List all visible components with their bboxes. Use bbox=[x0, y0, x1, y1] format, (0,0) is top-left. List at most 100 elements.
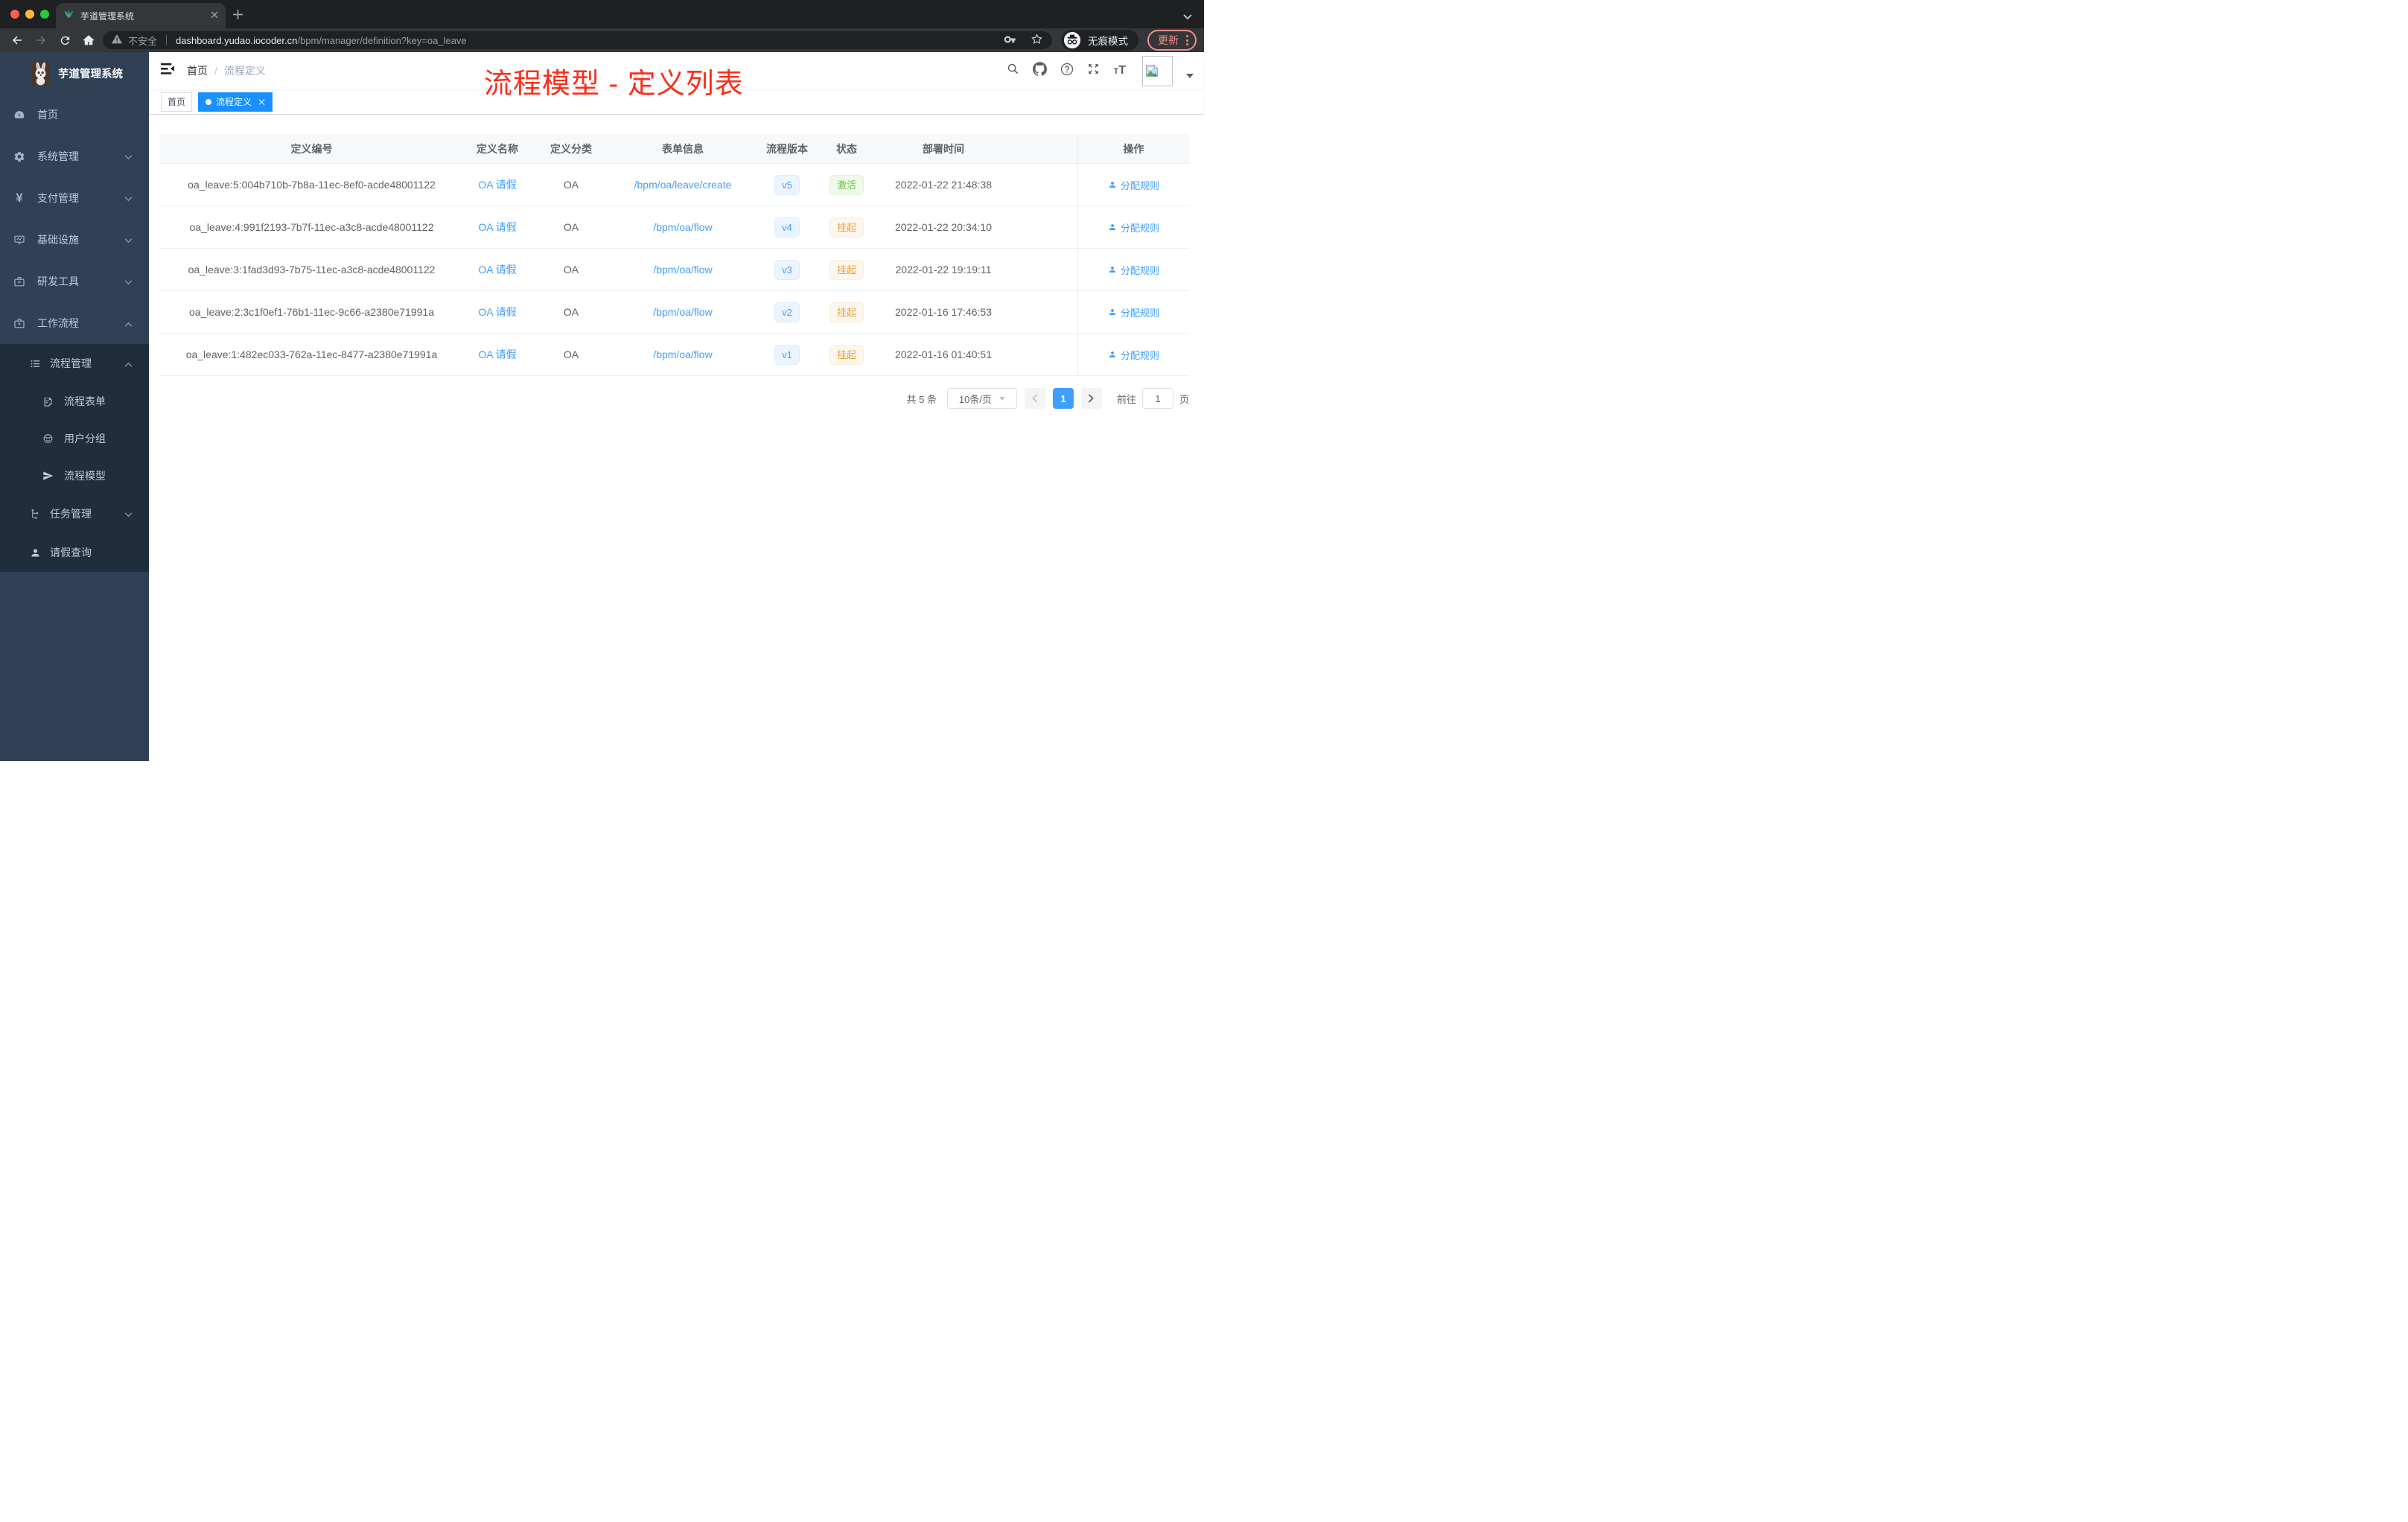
browser-tab-strip: 芋道管理系统 bbox=[0, 0, 1204, 28]
sidebar-item-label: 任务管理 bbox=[50, 508, 92, 520]
sidebar-item-label: 研发工具 bbox=[37, 276, 79, 287]
tag-home[interactable]: 首页 bbox=[161, 92, 193, 112]
sidebar-item-leave-query[interactable]: 请假查询 bbox=[0, 533, 149, 572]
prev-page-button[interactable] bbox=[1024, 388, 1045, 409]
tab-title: 芋道管理系统 bbox=[80, 10, 135, 22]
main-panel: 流程模型 - 定义列表 首页 / 流程定义 TT 首页 流程定义 定义编号 定义… bbox=[149, 52, 1204, 761]
password-key-icon[interactable] bbox=[1004, 33, 1017, 48]
user-icon bbox=[1109, 224, 1115, 230]
assign-rule-link[interactable]: 分配规则 bbox=[1108, 178, 1159, 192]
chevron-down-icon bbox=[124, 150, 133, 162]
update-button[interactable]: 更新 bbox=[1147, 30, 1197, 51]
assign-rule-link[interactable]: 分配规则 bbox=[1108, 220, 1159, 235]
window-minimize-button[interactable] bbox=[25, 10, 34, 19]
yen-icon: ¥ bbox=[16, 191, 23, 205]
breadcrumb-home[interactable]: 首页 bbox=[187, 63, 208, 78]
sidebar-item-system[interactable]: 系统管理 bbox=[0, 136, 149, 177]
version-badge: v5 bbox=[774, 174, 800, 195]
github-icon[interactable] bbox=[1033, 62, 1048, 80]
sidebar-logo[interactable]: 芋道管理系统 bbox=[0, 52, 149, 94]
avatar-caret-icon[interactable] bbox=[1186, 74, 1194, 78]
search-icon[interactable] bbox=[1007, 63, 1019, 79]
definition-id: oa_leave:5:004b710b-7b8a-11ec-8ef0-acde4… bbox=[160, 164, 463, 206]
sidebar-item-workflow[interactable]: 工作流程 bbox=[0, 302, 149, 344]
help-icon[interactable] bbox=[1060, 63, 1074, 80]
deploy-time: 2022-01-22 20:34:10 bbox=[874, 206, 1013, 249]
forward-button[interactable] bbox=[31, 31, 51, 50]
bookmark-star-icon[interactable] bbox=[1031, 33, 1043, 48]
assign-rule-link[interactable]: 分配规则 bbox=[1108, 348, 1159, 362]
form-link[interactable]: /bpm/oa/flow bbox=[653, 264, 712, 276]
page-number-current[interactable]: 1 bbox=[1052, 388, 1074, 409]
url-text[interactable]: dashboard.yudao.iocoder.cn/bpm/manager/d… bbox=[176, 35, 467, 46]
table-row: oa_leave:3:1fad3d93-7b75-11ec-a3c8-acde4… bbox=[160, 249, 1189, 291]
breadcrumb-separator: / bbox=[214, 65, 217, 77]
assign-rule-link[interactable]: 分配规则 bbox=[1108, 305, 1159, 319]
toolbox-icon bbox=[13, 276, 25, 288]
user-icon bbox=[1109, 351, 1115, 357]
person-icon bbox=[30, 547, 41, 558]
sidebar-item-task-management[interactable]: 任务管理 bbox=[0, 494, 149, 533]
form-link[interactable]: /bpm/oa/leave/create bbox=[634, 179, 732, 191]
sidebar-item-process-model[interactable]: 流程模型 bbox=[0, 457, 149, 494]
col-header: 部署时间 bbox=[874, 134, 1013, 164]
incognito-badge: 无痕模式 bbox=[1061, 30, 1138, 51]
address-bar[interactable]: 不安全 dashboard.yudao.iocoder.cn/bpm/manag… bbox=[103, 31, 1052, 49]
tag-close-icon[interactable] bbox=[258, 98, 265, 106]
app-title: 芋道管理系统 bbox=[58, 68, 123, 80]
definition-name-link[interactable]: OA 请假 bbox=[478, 347, 516, 362]
avatar[interactable] bbox=[1142, 55, 1173, 86]
broken-image-icon bbox=[1146, 64, 1159, 77]
paper-plane-icon bbox=[42, 470, 54, 482]
sidebar-item-process-form[interactable]: 流程表单 bbox=[0, 383, 149, 420]
chevron-up-icon bbox=[124, 357, 133, 369]
browser-tab[interactable]: 芋道管理系统 bbox=[56, 3, 226, 28]
browser-menu-icon[interactable] bbox=[1186, 35, 1188, 45]
security-warning-icon[interactable] bbox=[112, 34, 122, 46]
sidebar-fold-icon[interactable] bbox=[161, 63, 175, 79]
sidebar-item-home[interactable]: 首页 bbox=[0, 94, 149, 136]
back-button[interactable] bbox=[7, 31, 27, 50]
form-link[interactable]: /bpm/oa/flow bbox=[653, 306, 712, 318]
workflow-submenu: 流程管理 流程表单 用户分组 流程模型 任务管理 请假查询 bbox=[0, 344, 149, 572]
reload-button[interactable] bbox=[55, 31, 74, 50]
sidebar-item-label: 流程表单 bbox=[64, 395, 106, 407]
page-size-select[interactable]: 10条/页 bbox=[946, 388, 1017, 409]
goto-page-input[interactable] bbox=[1141, 388, 1173, 409]
sidebar-item-payment[interactable]: ¥ 支付管理 bbox=[0, 177, 149, 219]
sidebar-item-dev-tools[interactable]: 研发工具 bbox=[0, 261, 149, 302]
definition-name-link[interactable]: OA 请假 bbox=[478, 305, 516, 319]
next-page-button[interactable] bbox=[1080, 388, 1102, 409]
deploy-time: 2022-01-22 19:19:11 bbox=[874, 249, 1013, 291]
definition-name-link[interactable]: OA 请假 bbox=[478, 177, 516, 192]
sidebar-item-label: 工作流程 bbox=[37, 317, 79, 329]
security-label[interactable]: 不安全 bbox=[128, 34, 157, 48]
definition-name-link[interactable]: OA 请假 bbox=[478, 262, 516, 277]
window-close-button[interactable] bbox=[10, 10, 19, 19]
chevron-down-icon bbox=[124, 508, 133, 520]
window-zoom-button[interactable] bbox=[40, 10, 49, 19]
new-tab-button[interactable] bbox=[233, 10, 243, 23]
home-button[interactable] bbox=[79, 31, 98, 50]
definition-category: OA bbox=[532, 249, 611, 291]
status-badge: 挂起 bbox=[829, 259, 864, 280]
tab-search-chevron-icon[interactable] bbox=[1183, 10, 1192, 24]
fullscreen-icon[interactable] bbox=[1087, 63, 1100, 79]
sidebar-item-user-group[interactable]: 用户分组 bbox=[0, 420, 149, 457]
col-header: 定义分类 bbox=[532, 134, 611, 164]
sidebar-item-label: 基础设施 bbox=[37, 234, 79, 246]
deploy-time: 2022-01-16 01:40:51 bbox=[874, 334, 1013, 376]
tag-process-definition[interactable]: 流程定义 bbox=[198, 92, 273, 112]
definition-category: OA bbox=[532, 291, 611, 334]
window-controls[interactable] bbox=[10, 10, 49, 19]
sidebar-item-infrastructure[interactable]: 基础设施 bbox=[0, 219, 149, 261]
form-link[interactable]: /bpm/oa/flow bbox=[653, 348, 712, 360]
table-row: oa_leave:4:991f2193-7b7f-11ec-a3c8-acde4… bbox=[160, 206, 1189, 249]
definition-name-link[interactable]: OA 请假 bbox=[478, 220, 516, 235]
font-size-icon[interactable]: TT bbox=[1113, 65, 1126, 77]
tab-close-icon[interactable] bbox=[211, 9, 218, 22]
assign-rule-link[interactable]: 分配规则 bbox=[1108, 263, 1159, 277]
sidebar: 芋道管理系统 首页 系统管理 ¥ 支付管理 基础设施 研发工具 工作流程 流程管… bbox=[0, 52, 149, 761]
sidebar-item-process-management[interactable]: 流程管理 bbox=[0, 344, 149, 383]
form-link[interactable]: /bpm/oa/flow bbox=[653, 221, 712, 233]
